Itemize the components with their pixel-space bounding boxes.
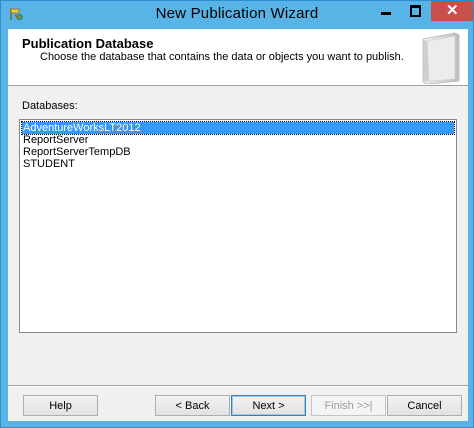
list-item[interactable]: ReportServer bbox=[22, 134, 454, 146]
footer-divider bbox=[8, 385, 468, 387]
wizard-client-area: Publication Database Choose the database… bbox=[8, 29, 468, 421]
minimize-button[interactable] bbox=[372, 1, 400, 21]
finish-button[interactable]: Finish >>| bbox=[311, 395, 386, 416]
help-button[interactable]: Help bbox=[23, 395, 98, 416]
list-item[interactable]: STUDENT bbox=[22, 158, 454, 170]
maximize-icon bbox=[410, 5, 421, 17]
databases-label: Databases: bbox=[22, 100, 78, 112]
maximize-button[interactable] bbox=[402, 1, 429, 21]
list-item[interactable]: ReportServerTempDB bbox=[22, 146, 454, 158]
close-button[interactable]: ✕ bbox=[431, 1, 473, 21]
wizard-window: New Publication Wizard ✕ Publication Dat… bbox=[0, 0, 474, 428]
minimize-icon bbox=[381, 12, 391, 15]
wizard-header: Publication Database Choose the database… bbox=[8, 29, 468, 86]
close-icon: ✕ bbox=[446, 2, 459, 19]
page-description: Choose the database that contains the da… bbox=[40, 51, 404, 63]
wizard-page-graphic bbox=[422, 32, 460, 84]
page-title: Publication Database bbox=[22, 36, 154, 51]
back-button[interactable]: < Back bbox=[155, 395, 230, 416]
next-button[interactable]: Next > bbox=[231, 395, 306, 416]
list-item[interactable]: AdventureWorksLT2012 bbox=[21, 121, 455, 135]
databases-listbox[interactable]: AdventureWorksLT2012 ReportServer Report… bbox=[19, 119, 457, 333]
title-bar[interactable]: New Publication Wizard ✕ bbox=[1, 1, 473, 28]
cancel-button[interactable]: Cancel bbox=[387, 395, 462, 416]
